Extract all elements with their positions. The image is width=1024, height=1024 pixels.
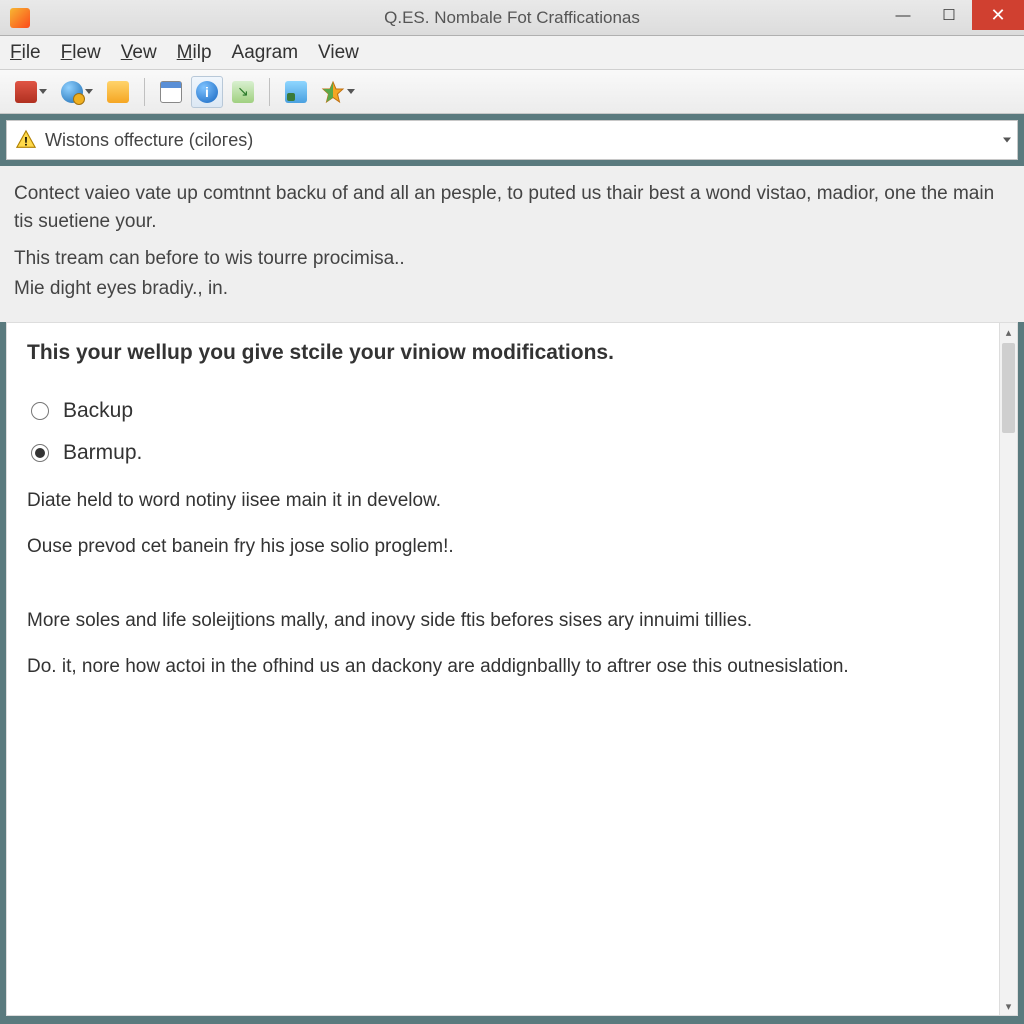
body-text-1: Diate held to word notiny iisee main it … bbox=[27, 483, 979, 519]
notice-bar[interactable]: ! Wistons offecture (cilогes) bbox=[6, 120, 1018, 160]
radio-label: Barmup. bbox=[63, 441, 142, 465]
body-text-3: More soles and life soleijtions mally, a… bbox=[27, 603, 979, 639]
window-controls: — ☐ ✕ bbox=[880, 0, 1024, 30]
warning-icon: ! bbox=[15, 129, 37, 151]
body-text-2: Ouse prevod cet banein fry his jose soli… bbox=[27, 529, 979, 565]
intro-paragraph-1: Contect vaieo vate up comtnnt backu of a… bbox=[14, 180, 1010, 235]
red-box-icon bbox=[15, 81, 37, 103]
toolbar-btn-2[interactable] bbox=[56, 76, 98, 108]
scrollbar[interactable]: ▴ ▾ bbox=[1000, 322, 1018, 1016]
intro-paragraph-3: Mie dight eyes bradiy., in. bbox=[14, 275, 1010, 303]
menu-flew[interactable]: Flew bbox=[61, 42, 101, 64]
scroll-up-icon[interactable]: ▴ bbox=[1000, 323, 1017, 341]
toolbar-btn-1[interactable] bbox=[10, 76, 52, 108]
radio-option-backup[interactable]: Backup bbox=[31, 399, 979, 423]
globe-icon bbox=[61, 81, 83, 103]
app-window: Q.ES. Nombale Fot Crafficationas — ☐ ✕ F… bbox=[0, 0, 1024, 1024]
menu-aagram[interactable]: Aagram bbox=[232, 42, 299, 64]
svg-text:!: ! bbox=[24, 135, 28, 149]
star-icon bbox=[321, 80, 345, 104]
notice-dropdown-icon[interactable] bbox=[1003, 138, 1011, 143]
toolbar-separator bbox=[144, 78, 145, 106]
menubar: File Flew Vew Milp Aagram View bbox=[0, 36, 1024, 70]
picture-icon bbox=[285, 81, 307, 103]
info-icon: i bbox=[196, 81, 218, 103]
toolbar-btn-6[interactable] bbox=[227, 76, 259, 108]
dropdown-caret-icon bbox=[347, 89, 355, 94]
menu-file[interactable]: File bbox=[10, 42, 41, 64]
content-heading: This your wellup you give stcile your vi… bbox=[27, 341, 979, 365]
intro-paragraph-2: This tream can before to wis tourre proc… bbox=[14, 245, 1010, 273]
menu-view[interactable]: View bbox=[318, 42, 359, 64]
toolbar: i bbox=[0, 70, 1024, 114]
scroll-thumb[interactable] bbox=[1002, 343, 1015, 433]
toolbar-btn-7[interactable] bbox=[280, 76, 312, 108]
content-pane: This your wellup you give stcile your vi… bbox=[6, 322, 1000, 1016]
maximize-button[interactable]: ☐ bbox=[926, 0, 972, 30]
app-icon bbox=[10, 8, 30, 28]
menu-milp[interactable]: Milp bbox=[177, 42, 212, 64]
close-button[interactable]: ✕ bbox=[972, 0, 1024, 30]
radio-icon bbox=[31, 402, 49, 420]
radio-icon bbox=[31, 444, 49, 462]
content-wrap: This your wellup you give stcile your vi… bbox=[6, 322, 1018, 1016]
toolbar-btn-3[interactable] bbox=[102, 76, 134, 108]
titlebar: Q.ES. Nombale Fot Crafficationas — ☐ ✕ bbox=[0, 0, 1024, 36]
dropdown-caret-icon bbox=[85, 89, 93, 94]
dropdown-caret-icon bbox=[39, 89, 47, 94]
calendar-icon bbox=[160, 81, 182, 103]
panel-icon bbox=[107, 81, 129, 103]
body-text-4: Do. it, nore how actoi in the ofhind us … bbox=[27, 649, 979, 685]
toolbar-btn-5[interactable]: i bbox=[191, 76, 223, 108]
toolbar-separator bbox=[269, 78, 270, 106]
toolbar-btn-8[interactable] bbox=[316, 76, 360, 108]
radio-label: Backup bbox=[63, 399, 133, 423]
menu-vew[interactable]: Vew bbox=[121, 42, 157, 64]
export-icon bbox=[232, 81, 254, 103]
window-title: Q.ES. Nombale Fot Crafficationas bbox=[384, 8, 640, 28]
scroll-down-icon[interactable]: ▾ bbox=[1000, 997, 1017, 1015]
minimize-button[interactable]: — bbox=[880, 0, 926, 30]
toolbar-btn-4[interactable] bbox=[155, 76, 187, 108]
radio-option-barmup[interactable]: Barmup. bbox=[31, 441, 979, 465]
notice-text: Wistons offecture (cilогes) bbox=[45, 130, 253, 151]
intro-block: Contect vaieo vate up comtnnt backu of a… bbox=[0, 166, 1024, 322]
